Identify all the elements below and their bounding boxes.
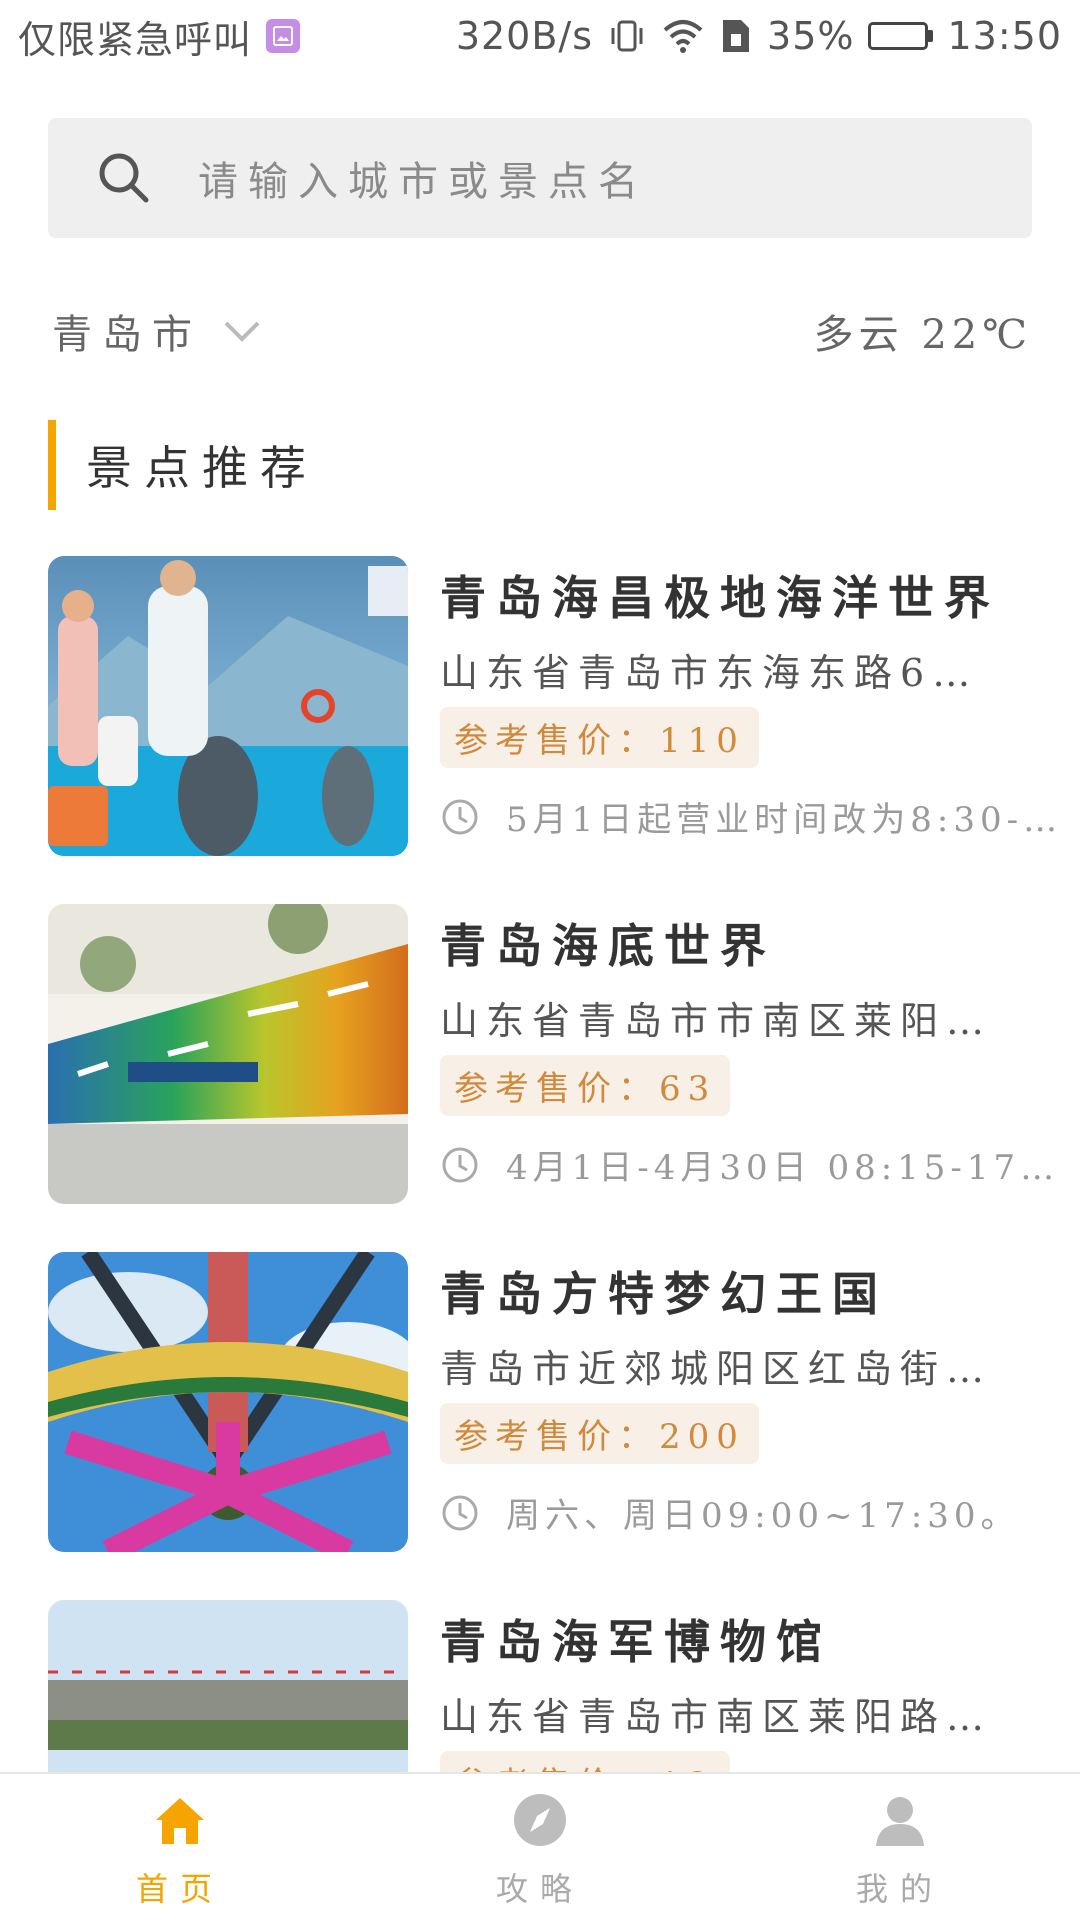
vibrate-icon (607, 16, 647, 56)
nav-guide-label: 攻略 (495, 1870, 584, 1908)
attraction-card[interactable]: 青岛海底世界 山东省青岛市市南区莱阳... 参考售价：63 4月1日-4月30日… (48, 904, 1068, 1204)
opening-hours-text: 4月1日-4月30日 08:15-17:15... (506, 1148, 1066, 1188)
nav-home-label: 首页 (135, 1870, 224, 1908)
attraction-photo (48, 556, 408, 856)
home-icon (156, 1798, 204, 1844)
nav-home[interactable]: 首页 (0, 1774, 360, 1920)
bottom-navigation: 首页 攻略 我的 (0, 1772, 1080, 1920)
opening-hours: 5月1日起营业时间改为8:30-1... (440, 792, 1080, 841)
search-placeholder: 请输入城市或景点名 (198, 159, 648, 205)
chevron-down-icon[interactable] (220, 309, 264, 353)
attraction-address: 青岛市近郊城阳区红岛街... (440, 1347, 1000, 1391)
search-input[interactable]: 请输入城市或景点名 (48, 118, 1032, 238)
price-badge: 参考售价：110 (440, 707, 759, 768)
nav-guide[interactable]: 攻略 (360, 1774, 720, 1920)
nav-profile[interactable]: 我的 (720, 1774, 1080, 1920)
attraction-address: 山东省青岛市东海东路60... (440, 651, 1000, 695)
opening-hours-text: 5月1日起营业时间改为8:30-1... (506, 800, 1066, 840)
clock-icon (442, 1495, 478, 1530)
search-icon (99, 153, 149, 203)
attraction-title: 青岛海军博物馆 (440, 1615, 832, 1669)
attraction-title: 青岛方特梦幻王国 (440, 1267, 888, 1321)
attraction-title: 青岛海底世界 (440, 919, 776, 973)
attraction-address: 山东省青岛市南区莱阳路... (440, 1695, 1000, 1739)
price-badge: 参考售价：63 (440, 1055, 731, 1116)
opening-hours: 4月1日-4月30日 08:15-17:15... (440, 1140, 1080, 1189)
location-row: 青岛市 多云 22℃ (52, 296, 1032, 366)
price-badge: 参考售价：200 (440, 1403, 759, 1464)
clock-icon (442, 1147, 478, 1182)
opening-hours: 周六、周日09:00~17:30。 (440, 1488, 1080, 1537)
compass-icon (514, 1794, 566, 1846)
attraction-title: 青岛海昌极地海洋世界 (440, 571, 1000, 625)
attraction-card[interactable]: 青岛海昌极地海洋世界 山东省青岛市东海东路60... 参考售价：110 5月1日… (48, 556, 1068, 856)
city-selector[interactable]: 青岛市 (52, 302, 202, 360)
section-header: 景点推荐 (48, 420, 318, 510)
battery-icon (868, 22, 934, 50)
attraction-photo (48, 904, 408, 1204)
network-speed: 320B/s (455, 14, 594, 58)
wifi-icon (661, 16, 705, 56)
status-bar: 仅限紧急呼叫 320B/s 35% 13:50 (0, 0, 1080, 72)
weather-info: 多云 22℃ (813, 312, 1032, 358)
user-icon (876, 1797, 924, 1846)
battery-percent: 35% (767, 14, 855, 58)
attraction-card[interactable]: 青岛方特梦幻王国 青岛市近郊城阳区红岛街... 参考售价：200 周六、周日09… (48, 1252, 1068, 1552)
clock-time: 13:50 (947, 14, 1062, 58)
emergency-call-text: 仅限紧急呼叫 (18, 17, 253, 62)
clock-icon (442, 799, 478, 834)
nav-profile-label: 我的 (855, 1870, 944, 1908)
opening-hours-text: 周六、周日09:00~17:30。 (506, 1496, 1020, 1536)
image-notification-icon (266, 19, 301, 53)
section-accent-bar (48, 420, 56, 510)
attraction-address: 山东省青岛市市南区莱阳... (440, 999, 1000, 1043)
sim-card-icon (719, 16, 753, 56)
attraction-photo (48, 1252, 408, 1552)
section-title: 景点推荐 (86, 441, 318, 495)
